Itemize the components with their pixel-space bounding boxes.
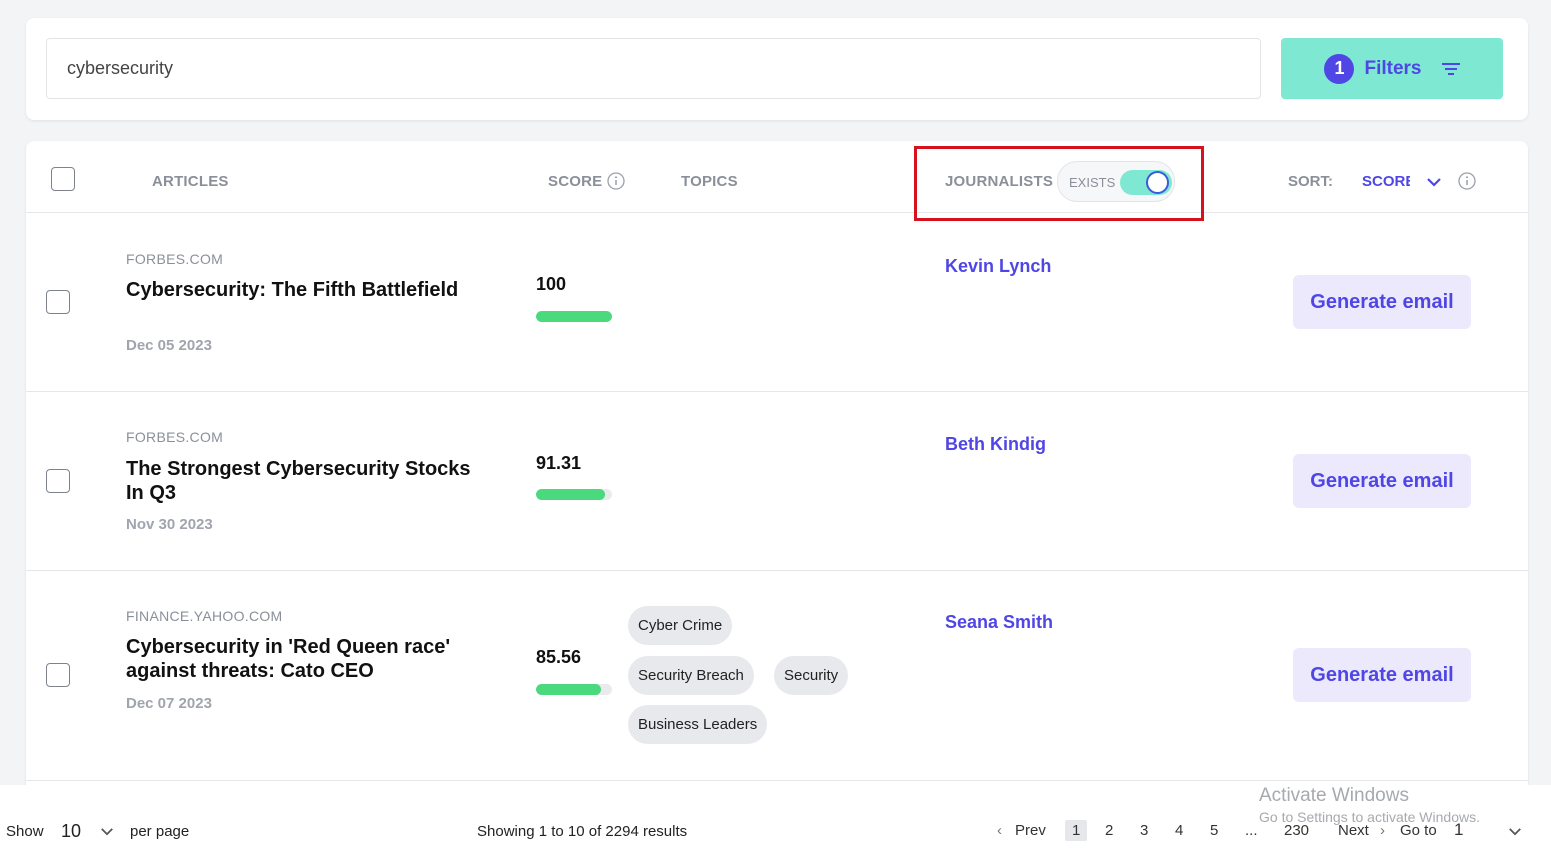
page-ellipsis: ... [1245,822,1258,839]
results-summary: Showing 1 to 10 of 2294 results [477,823,688,840]
topic-tag[interactable]: Security Breach [628,656,754,695]
filter-lines-icon [1441,62,1460,75]
table-row: FORBES.COM Cybersecurity: The Fifth Batt… [26,213,1528,392]
score-bar [536,489,612,500]
per-page-label: per page [130,823,190,840]
prev-button[interactable]: Prev [1015,822,1046,839]
column-topics: TOPICS [681,173,738,190]
score-value: 91.31 [536,453,582,473]
highlight-box [914,146,1204,221]
article-source: FINANCE.YAHOO.COM [126,608,283,624]
score-bar-fill [536,684,602,695]
article-title[interactable]: Cybersecurity: The Fifth Battlefield [126,278,486,302]
score-info-icon[interactable] [607,172,625,190]
page-3[interactable]: 3 [1140,822,1148,839]
show-label: Show [6,823,44,840]
pagination-footer: Show 10 per page Showing 1 to 10 of 2294… [0,785,1551,850]
chevron-left-icon[interactable]: ‹ [997,822,1002,839]
journalist-link[interactable]: Beth Kindig [945,434,1046,455]
page-4[interactable]: 4 [1175,822,1183,839]
topic-tag[interactable]: Business Leaders [628,705,768,744]
article-source: FORBES.COM [126,429,224,445]
score-bar-fill [536,489,606,500]
topic-tag[interactable]: Cyber Crime [628,606,733,645]
article-title[interactable]: The Strongest Cybersecurity Stocks In Q3 [126,457,486,505]
score-bar [536,684,612,695]
page-5[interactable]: 5 [1210,822,1218,839]
article-date: Dec 07 2023 [126,695,212,712]
sort-chevron-down-icon[interactable] [1426,177,1442,187]
score-value: 100 [536,274,567,294]
topic-tag[interactable]: Security [774,656,849,695]
score-value: 85.56 [536,647,582,667]
table-row: FINANCE.YAHOO.COM Cybersecurity in 'Red … [26,571,1528,781]
journalist-link[interactable]: Kevin Lynch [945,256,1051,277]
score-bar [536,311,612,322]
generate-email-button[interactable]: Generate email [1293,648,1471,702]
select-all-checkbox[interactable] [51,167,75,191]
windows-activation-subtitle: Go to Settings to activate Windows. [1259,809,1480,825]
generate-email-button[interactable]: Generate email [1293,454,1471,508]
filters-button[interactable]: 1 Filters [1281,38,1503,99]
row-checkbox[interactable] [46,290,70,314]
article-source: FORBES.COM [126,251,224,267]
table-row: FORBES.COM The Strongest Cybersecurity S… [26,392,1528,571]
article-date: Dec 05 2023 [126,337,212,354]
sort-label: SORT: [1288,173,1333,190]
page-1[interactable]: 1 [1065,820,1088,841]
page-2[interactable]: 2 [1105,822,1113,839]
generate-email-button[interactable]: Generate email [1293,275,1471,329]
article-title[interactable]: Cybersecurity in 'Red Queen race' agains… [126,635,506,683]
journalist-link[interactable]: Seana Smith [945,612,1053,633]
column-articles: ARTICLES [152,173,229,190]
table-header: ARTICLES SCORE TOPICS JOURNALISTS EXISTS… [26,141,1528,221]
sort-info-icon[interactable] [1458,172,1476,190]
row-checkbox[interactable] [46,663,70,687]
column-score: SCORE [548,173,603,190]
per-page-chevron-down-icon[interactable] [100,827,114,836]
per-page-select[interactable]: 10 [61,821,81,842]
results-table: ARTICLES SCORE TOPICS JOURNALISTS EXISTS… [26,141,1528,850]
article-date: Nov 30 2023 [126,516,213,533]
score-bar-fill [536,311,612,322]
search-card: 1 Filters [26,18,1528,120]
search-input[interactable] [46,38,1261,99]
filters-count-badge: 1 [1324,53,1355,84]
sort-select[interactable]: SCORE [1362,173,1410,190]
filters-label: Filters [1364,57,1422,79]
windows-activation-title: Activate Windows [1259,785,1409,806]
goto-chevron-down-icon[interactable] [1508,827,1522,836]
row-checkbox[interactable] [46,469,70,493]
